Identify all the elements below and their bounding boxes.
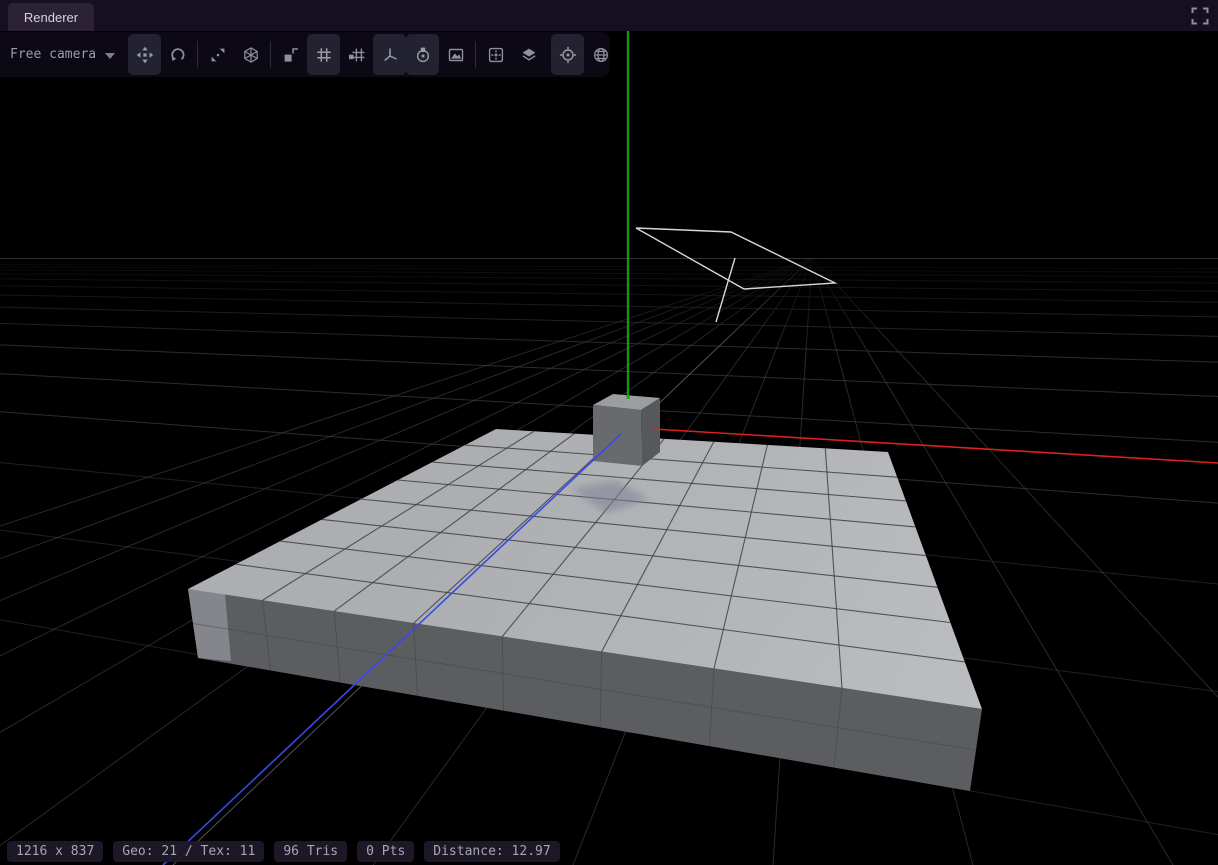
globe-icon xyxy=(592,46,610,64)
status-badge-resolution: 1216 x 837 xyxy=(7,841,103,862)
grid-snap-icon xyxy=(348,46,366,64)
status-badge-tris: 96 Tris xyxy=(274,841,347,862)
camera-mode-label: Free camera xyxy=(10,47,96,62)
fullscreen-icon[interactable] xyxy=(1191,7,1209,25)
chevron-down-icon xyxy=(105,48,115,63)
axes-toggle[interactable] xyxy=(373,34,406,75)
layers-toggle[interactable] xyxy=(512,34,545,75)
toolbar-separator xyxy=(270,41,271,68)
viewport-image-toggle[interactable] xyxy=(439,34,472,75)
layers-icon xyxy=(520,46,538,64)
frame-selection-button[interactable] xyxy=(479,34,512,75)
grid-icon xyxy=(315,46,333,64)
titlebar: Renderer xyxy=(0,0,1218,31)
frame-center-icon xyxy=(487,46,505,64)
cube-wireframe-icon xyxy=(242,46,260,64)
target-toggle[interactable] xyxy=(551,34,584,75)
scale-icon xyxy=(209,46,227,64)
vertex-snap-icon xyxy=(282,46,300,64)
toolbar-separator xyxy=(475,41,476,68)
bounds-tool[interactable] xyxy=(234,34,267,75)
camera-mode-select[interactable]: Free camera xyxy=(0,46,128,63)
statusbar: 1216 x 837 Geo: 21 / Tex: 11 96 Tris 0 P… xyxy=(7,841,560,862)
viewport-canvas[interactable] xyxy=(0,0,1218,865)
vertex-snap-toggle[interactable] xyxy=(274,34,307,75)
toolbar-separator xyxy=(197,41,198,68)
grid-snap-toggle[interactable] xyxy=(340,34,373,75)
status-badge-distance: Distance: 12.97 xyxy=(424,841,559,862)
axes-icon xyxy=(381,46,399,64)
scale-tool[interactable] xyxy=(201,34,234,75)
viewport-toolbar: Free camera xyxy=(0,32,610,77)
globe-toggle[interactable] xyxy=(584,34,617,75)
cube-front-face xyxy=(593,405,642,466)
rotate-tool[interactable] xyxy=(161,34,194,75)
tab-renderer-label: Renderer xyxy=(24,10,78,25)
cube xyxy=(593,394,660,466)
gizmo-toggle[interactable] xyxy=(406,34,439,75)
crosshair-target-icon xyxy=(559,46,577,64)
renderer-window: { "titlebar": { "tab_label": "Renderer" … xyxy=(0,0,1218,865)
image-icon xyxy=(447,46,465,64)
grid-toggle[interactable] xyxy=(307,34,340,75)
move-tool[interactable] xyxy=(128,34,161,75)
gizmo-circle-icon xyxy=(414,46,432,64)
tab-renderer[interactable]: Renderer xyxy=(8,3,94,31)
status-badge-pts: 0 Pts xyxy=(357,841,414,862)
status-badge-geo-tex: Geo: 21 / Tex: 11 xyxy=(113,841,264,862)
move-icon xyxy=(136,46,154,64)
rotate-icon xyxy=(169,46,187,64)
